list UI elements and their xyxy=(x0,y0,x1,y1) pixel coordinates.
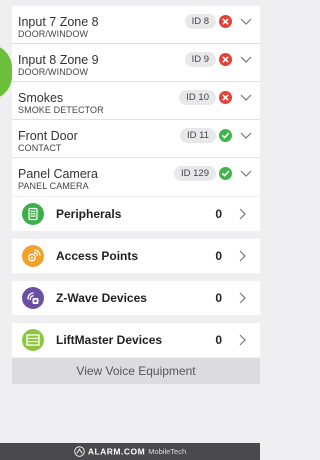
device-group-peripherals[interactable]: Peripherals 0 xyxy=(12,197,260,231)
zone-type: DOOR/WINDOW xyxy=(18,29,89,39)
zone-name: Front Door xyxy=(18,129,78,143)
zone-type: PANEL CAMERA xyxy=(18,181,89,191)
chevron-right-icon xyxy=(238,334,246,346)
chevron-down-icon[interactable] xyxy=(240,92,252,102)
zone-id-badge: ID 8 xyxy=(184,14,216,29)
footer-brand: ALARM.COM xyxy=(87,446,146,457)
zone-name: Input 7 Zone 8 xyxy=(18,15,99,29)
x-circle-icon xyxy=(219,15,232,28)
footer: ALARM.COM MobileTech xyxy=(0,443,260,460)
device-group-liftmaster-devices[interactable]: LiftMaster Devices 0 xyxy=(12,323,260,357)
footer-tagline: MobileTech xyxy=(148,447,187,457)
zone-row[interactable]: Input 7 Zone 8 DOOR/WINDOW ID 8 xyxy=(12,6,260,44)
x-circle-icon xyxy=(219,53,232,66)
zone-list: Input 7 Zone 8 DOOR/WINDOW ID 8 Input 8 … xyxy=(12,6,260,196)
alarm-logo-icon xyxy=(74,446,85,458)
device-group-count: 0 xyxy=(215,207,222,221)
zone-row[interactable]: Input 8 Zone 9 DOOR/WINDOW ID 9 xyxy=(12,44,260,82)
garage-door-icon xyxy=(22,329,44,351)
zone-row[interactable]: Panel Camera PANEL CAMERA ID 129 xyxy=(12,158,260,196)
zone-row[interactable]: Front Door CONTACT ID 11 xyxy=(12,120,260,158)
z-wave-icon xyxy=(22,287,44,309)
device-group-label: Z-Wave Devices xyxy=(56,291,147,305)
zone-row[interactable]: Smokes SMOKE DETECTOR ID 10 xyxy=(12,82,260,120)
chevron-down-icon[interactable] xyxy=(240,16,252,26)
zone-name: Panel Camera xyxy=(18,167,98,181)
chevron-right-icon xyxy=(238,250,246,262)
view-voice-equipment-button[interactable]: View Voice Equipment xyxy=(12,358,260,384)
device-group-count: 0 xyxy=(215,249,222,263)
check-circle-icon xyxy=(219,129,232,142)
zone-type: DOOR/WINDOW xyxy=(18,67,89,77)
chevron-down-icon[interactable] xyxy=(240,168,252,178)
chevron-right-icon xyxy=(238,292,246,304)
check-circle-icon xyxy=(219,167,232,180)
chevron-right-icon xyxy=(238,208,246,220)
side-drawer-tab[interactable] xyxy=(0,44,12,100)
device-group-count: 0 xyxy=(215,333,222,347)
device-group-label: LiftMaster Devices xyxy=(56,333,163,347)
access-point-icon xyxy=(22,245,44,267)
device-group-access-points[interactable]: Access Points 0 xyxy=(12,239,260,273)
zone-type: CONTACT xyxy=(18,143,62,153)
keypad-icon xyxy=(22,203,44,225)
device-group-label: Peripherals xyxy=(56,207,122,221)
zone-name: Input 8 Zone 9 xyxy=(18,53,99,67)
zone-id-badge: ID 129 xyxy=(174,166,216,181)
chevron-down-icon[interactable] xyxy=(240,54,252,64)
x-circle-icon xyxy=(219,91,232,104)
device-group-z-wave-devices[interactable]: Z-Wave Devices 0 xyxy=(12,281,260,315)
device-group-count: 0 xyxy=(215,291,222,305)
zone-id-badge: ID 10 xyxy=(179,90,216,105)
device-group-label: Access Points xyxy=(56,249,139,263)
chevron-down-icon[interactable] xyxy=(240,130,252,140)
zone-name: Smokes xyxy=(18,91,64,105)
zone-id-badge: ID 9 xyxy=(184,52,216,67)
zone-type: SMOKE DETECTOR xyxy=(18,105,104,115)
zone-id-badge: ID 11 xyxy=(179,128,216,143)
